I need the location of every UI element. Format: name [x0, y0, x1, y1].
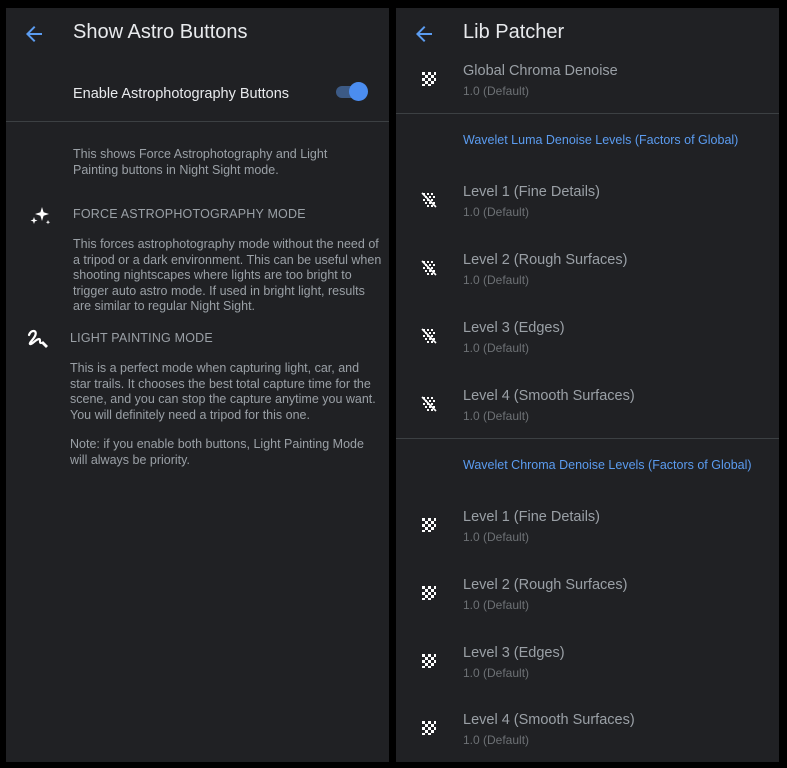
light-painting-description: This is a perfect mode when capturing li…: [70, 361, 376, 422]
priority-note: Note: if you enable both buttons, Light …: [70, 437, 364, 467]
back-arrow-icon[interactable]: [22, 22, 46, 46]
force-astro-heading: FORCE ASTROPHOTOGRAPHY MODE: [73, 207, 306, 221]
item-value: 1.0 (Default): [463, 341, 530, 355]
item-title: Level 2 (Rough Surfaces): [463, 252, 628, 268]
luma-denoise-icon: [421, 396, 437, 412]
item-title: Level 4 (Smooth Surfaces): [463, 712, 635, 728]
item-title: Level 1 (Fine Details): [463, 509, 600, 525]
divider: [6, 121, 389, 122]
item-title: Level 3 (Edges): [463, 320, 565, 336]
luma-denoise-icon: [421, 192, 437, 208]
chroma-level-4-item[interactable]: Level 4 (Smooth Surfaces) 1.0 (Default): [396, 712, 779, 762]
enable-astro-switch[interactable]: [336, 80, 370, 102]
item-value: 1.0 (Default): [463, 205, 530, 219]
divider: [396, 438, 779, 439]
app-bar: Lib Patcher: [396, 8, 779, 62]
sparkle-stars-icon: [30, 207, 51, 225]
item-value: 1.0 (Default): [463, 273, 530, 287]
divider: [396, 113, 779, 114]
light-painting-heading: LIGHT PAINTING MODE: [70, 331, 213, 345]
app-bar: Show Astro Buttons: [6, 8, 389, 62]
chroma-section-header: Wavelet Chroma Denoise Levels (Factors o…: [463, 458, 752, 472]
item-value: 1.0 (Default): [463, 84, 530, 98]
chroma-denoise-icon: [422, 654, 436, 668]
luma-level-3-item[interactable]: Level 3 (Edges) 1.0 (Default): [396, 320, 779, 380]
show-astro-buttons-screen: Show Astro Buttons Enable Astrophotograp…: [6, 8, 389, 762]
chroma-denoise-icon: [422, 586, 436, 600]
chroma-level-3-item[interactable]: Level 3 (Edges) 1.0 (Default): [396, 645, 779, 705]
chroma-denoise-icon: [422, 721, 436, 735]
chroma-denoise-icon: [422, 518, 436, 532]
force-astro-description: This forces astrophotography mode withou…: [73, 237, 382, 313]
item-title: Level 4 (Smooth Surfaces): [463, 388, 635, 404]
luma-denoise-icon: [421, 260, 437, 276]
page-title: Lib Patcher: [463, 21, 565, 43]
back-arrow-icon[interactable]: [412, 22, 436, 46]
luma-level-1-item[interactable]: Level 1 (Fine Details) 1.0 (Default): [396, 184, 779, 244]
item-value: 1.0 (Default): [463, 666, 530, 680]
chroma-level-1-item[interactable]: Level 1 (Fine Details) 1.0 (Default): [396, 509, 779, 569]
chroma-denoise-icon: [422, 72, 436, 86]
item-value: 1.0 (Default): [463, 733, 530, 747]
page-title: Show Astro Buttons: [73, 21, 248, 43]
item-value: 1.0 (Default): [463, 409, 530, 423]
item-value: 1.0 (Default): [463, 598, 530, 612]
item-value: 1.0 (Default): [463, 530, 530, 544]
item-title: Level 1 (Fine Details): [463, 184, 600, 200]
item-title: Level 2 (Rough Surfaces): [463, 577, 628, 593]
switch-thumb: [349, 82, 368, 101]
lib-patcher-screen: Lib Patcher Global Chroma Denoise 1.0 (D…: [396, 8, 779, 762]
luma-level-4-item[interactable]: Level 4 (Smooth Surfaces) 1.0 (Default): [396, 388, 779, 448]
intro-text: This shows Force Astrophotography and Li…: [73, 147, 328, 177]
toggle-label: Enable Astrophotography Buttons: [73, 86, 290, 102]
luma-section-header: Wavelet Luma Denoise Levels (Factors of …: [463, 133, 739, 147]
enable-astro-toggle-row[interactable]: Enable Astrophotography Buttons: [6, 62, 389, 120]
luma-level-2-item[interactable]: Level 2 (Rough Surfaces) 1.0 (Default): [396, 252, 779, 312]
chroma-level-2-item[interactable]: Level 2 (Rough Surfaces) 1.0 (Default): [396, 577, 779, 637]
global-chroma-denoise-item[interactable]: Global Chroma Denoise 1.0 (Default): [396, 63, 779, 123]
luma-denoise-icon: [421, 328, 437, 344]
item-title: Level 3 (Edges): [463, 645, 565, 661]
light-painting-brush-icon: [27, 329, 48, 348]
item-title: Global Chroma Denoise: [463, 63, 618, 79]
